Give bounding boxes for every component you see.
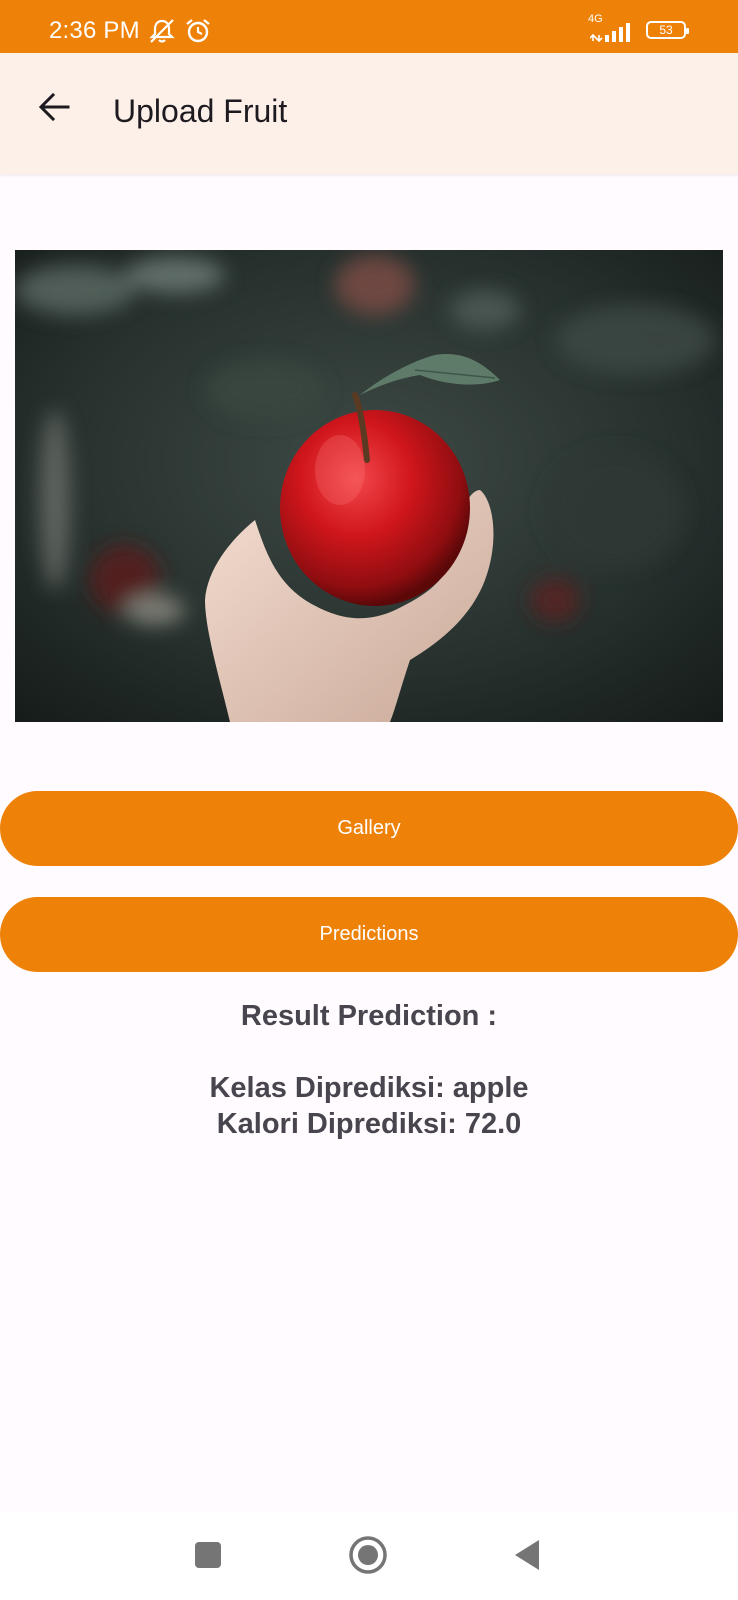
signal-icon: 4G (588, 13, 636, 43)
prediction-result: Result Prediction : Kelas Diprediksi: ap… (0, 998, 738, 1142)
predicted-class: Kelas Diprediksi: apple (209, 1072, 529, 1104)
status-icons-right: 4G 53 (588, 13, 689, 43)
result-title: Result Prediction : (240, 1000, 498, 1032)
alarm-icon (184, 18, 212, 49)
page-title: Upload Fruit (113, 93, 288, 129)
back-button[interactable] (30, 83, 78, 131)
back-icon (515, 1540, 539, 1570)
gallery-button[interactable]: Gallery (0, 791, 738, 866)
status-time: 2:36 PM (49, 17, 140, 44)
home-icon (349, 1536, 387, 1574)
app-screen: 2:36 PM 4G 53 Upload Fruit Gallery Predi… (0, 0, 738, 1600)
battery-level: 53 (659, 23, 673, 37)
recents-button[interactable] (186, 1533, 230, 1577)
result-spacer (0, 1034, 738, 1070)
recents-icon (195, 1542, 221, 1568)
uploaded-fruit-image (15, 250, 723, 722)
status-bar: 2:36 PM 4G 53 (0, 0, 738, 53)
mute-notifications-icon (148, 18, 176, 49)
predictions-button-label: Predictions (319, 923, 419, 945)
predictions-button[interactable]: Predictions (0, 897, 738, 972)
status-icons-left (148, 18, 212, 49)
predicted-calories: Kalori Diprediksi: 72.0 (216, 1108, 522, 1140)
system-back-button[interactable] (506, 1533, 550, 1577)
app-bar: Upload Fruit (0, 53, 738, 174)
system-navigation-bar (0, 1513, 738, 1600)
battery-icon: 53 (646, 21, 689, 39)
gallery-button-label: Gallery (337, 817, 401, 839)
home-button[interactable] (346, 1533, 390, 1577)
arrow-back-icon (38, 92, 70, 122)
